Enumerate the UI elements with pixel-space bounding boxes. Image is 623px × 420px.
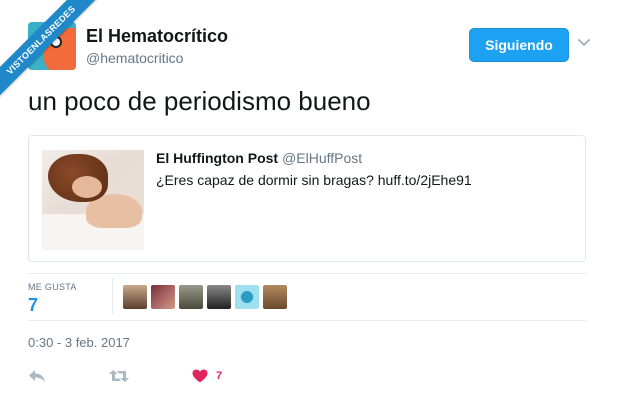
- reply-icon: [29, 370, 45, 382]
- quoted-tweet-image[interactable]: [42, 150, 144, 250]
- liker-avatar[interactable]: [179, 285, 203, 309]
- chevron-down-icon[interactable]: [578, 36, 590, 48]
- reply-button[interactable]: [28, 368, 46, 384]
- watermark-text: VISTOENLASREDES: [4, 3, 78, 77]
- stats-separator: [112, 278, 113, 314]
- quoted-tweet-text: ¿Eres capaz de dormir sin bragas? huff.t…: [156, 172, 472, 188]
- quoted-tweet[interactable]: El Huffington Post @ElHuffPost ¿Eres capa…: [28, 135, 586, 262]
- quoted-author-handle: @ElHuffPost: [282, 150, 363, 166]
- retweet-icon: [109, 370, 129, 382]
- likes-label: ME GUSTA: [28, 282, 77, 292]
- divider: [28, 320, 586, 321]
- liker-avatar[interactable]: [123, 285, 147, 309]
- quoted-author-name: El Huffington Post: [156, 150, 279, 166]
- following-button[interactable]: Siguiendo: [469, 28, 569, 62]
- divider: [28, 273, 586, 274]
- watermark-ribbon: VISTOENLASREDES: [0, 0, 110, 110]
- liker-avatar[interactable]: [151, 285, 175, 309]
- liker-avatar[interactable]: [263, 285, 287, 309]
- tweet-card: VISTOENLASREDES El Hematocrítico @hemato…: [0, 0, 623, 420]
- like-count: 7: [216, 370, 223, 382]
- liker-avatar[interactable]: [207, 285, 231, 309]
- tweet-timestamp[interactable]: 0:30 - 3 feb. 2017: [28, 335, 130, 350]
- likers-list: [123, 285, 287, 309]
- like-button[interactable]: 7: [192, 368, 222, 384]
- retweet-button[interactable]: [108, 368, 130, 384]
- quoted-author-line: El Huffington Post @ElHuffPost: [156, 150, 362, 166]
- liker-avatar[interactable]: [235, 285, 259, 309]
- likes-count[interactable]: 7: [28, 295, 38, 316]
- heart-icon: [192, 369, 208, 383]
